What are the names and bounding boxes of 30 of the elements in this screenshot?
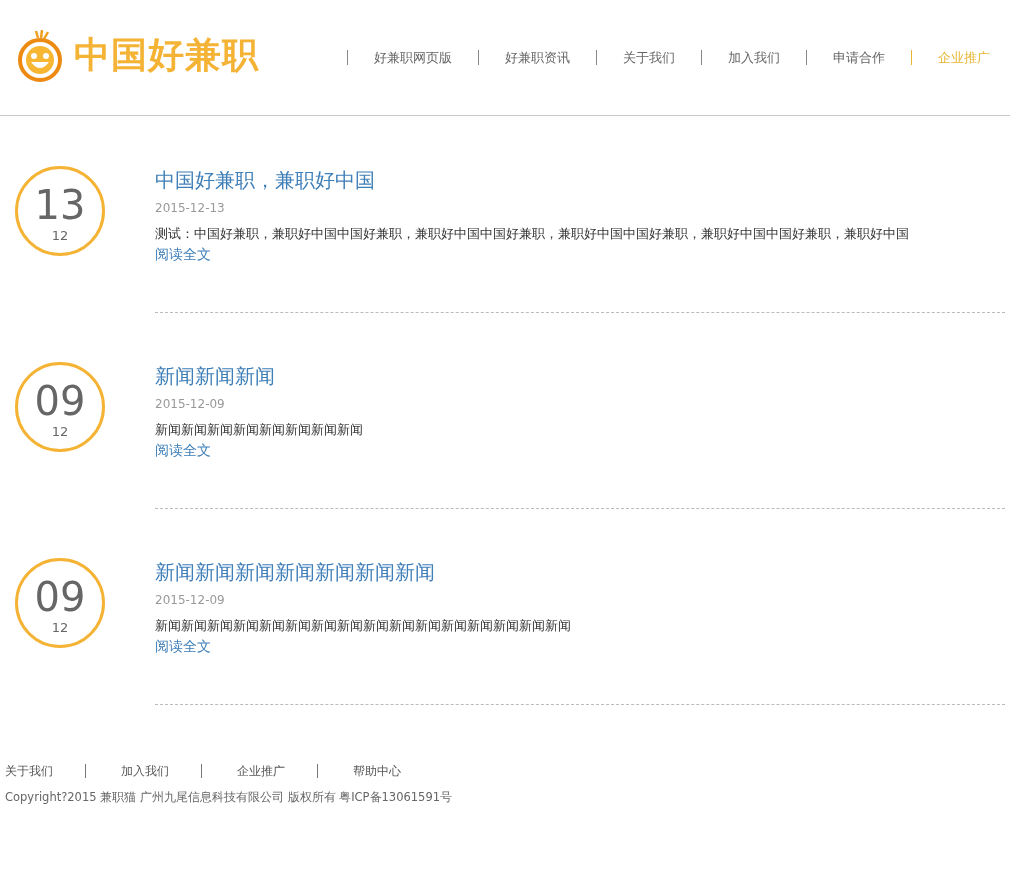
read-more-link[interactable]: 阅读全文 [155,442,211,460]
nav-link[interactable]: 关于我们 [596,50,675,65]
nav-link[interactable]: 加入我们 [701,50,780,65]
article-title[interactable]: 中国好兼职，兼职好中国 [155,167,375,193]
article-date: 2015-12-09 [155,593,225,607]
article-summary: 测试：中国好兼职，兼职好中国中国好兼职，兼职好中国中国好兼职，兼职好中国中国好兼职，兼职好中国中国好兼职，兼职好中国 [155,225,909,243]
month-number: 12 [51,619,69,635]
article-date: 2015-12-09 [155,397,225,411]
article-date: 2015-12-13 [155,201,225,215]
footer-link[interactable]: 加入我们 [85,764,169,778]
read-more-link[interactable]: 阅读全文 [155,638,211,656]
article-title[interactable]: 新闻新闻新闻新闻新闻新闻新闻 [155,559,435,585]
day-number: 13 [34,183,86,226]
article-summary: 新闻新闻新闻新闻新闻新闻新闻新闻 [155,421,363,439]
logo-text: 中国好兼职 [74,33,259,77]
day-number: 09 [34,379,86,422]
month-number: 12 [51,227,69,243]
smiley-logo-icon [16,29,64,82]
footer-link[interactable]: 企业推广 [201,764,285,778]
footer-link[interactable]: 关于我们 [5,764,53,778]
read-more-link[interactable]: 阅读全文 [155,246,211,264]
article-summary: 新闻新闻新闻新闻新闻新闻新闻新闻新闻新闻新闻新闻新闻新闻新闻新闻 [155,617,571,635]
copyright-text: Copyright?2015 兼职猫 广州九尾信息科技有限公司 版权所有 粤ICP备13061591号 [5,790,454,805]
article-title[interactable]: 新闻新闻新闻 [155,363,275,389]
nav-link[interactable]: 申请合作 [806,50,885,65]
nav-link[interactable]: 好兼职网页版 [347,50,452,65]
nav-link[interactable]: 好兼职资讯 [478,50,570,65]
footer-link[interactable]: 帮助中心 [317,764,401,778]
month-number: 12 [51,423,69,439]
day-number: 09 [34,575,86,618]
